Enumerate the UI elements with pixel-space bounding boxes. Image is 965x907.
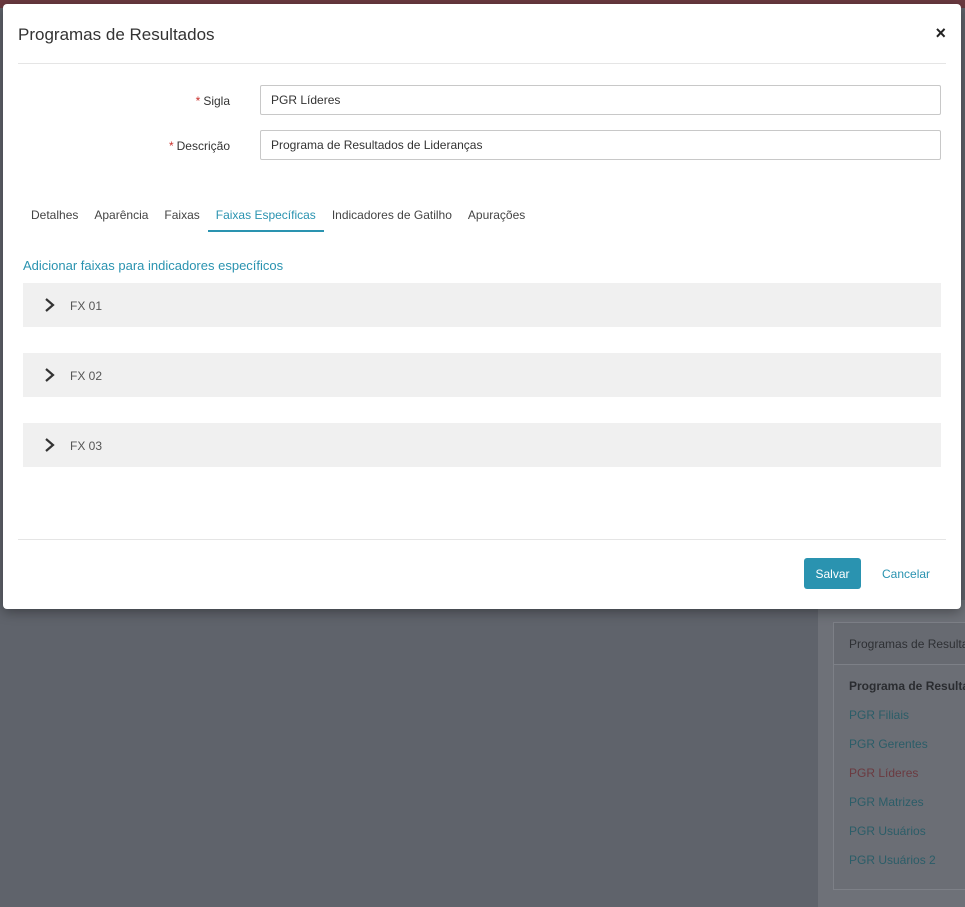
background-list-item[interactable]: PGR Usuários — [849, 824, 965, 853]
save-button[interactable]: Salvar — [804, 558, 861, 589]
close-button[interactable]: × — [935, 24, 946, 42]
accordion-item-fx-01[interactable]: FX 01 — [23, 283, 941, 327]
footer-divider — [18, 539, 946, 540]
accordion-label: FX 01 — [70, 299, 103, 313]
tab-detalhes[interactable]: Detalhes — [23, 204, 86, 232]
background-list-item[interactable]: PGR Usuários 2 — [849, 853, 965, 882]
programas-modal: Programas de Resultados × *Sigla *Descri… — [3, 4, 961, 609]
descricao-row: * Descrição — [3, 130, 961, 160]
background-list-item-active[interactable]: PGR Líderes — [849, 766, 965, 795]
tab-bar: Detalhes Aparência Faixas Faixas Específ… — [23, 204, 533, 232]
sigla-row: * Sigla — [3, 85, 961, 115]
chevron-right-icon — [45, 438, 55, 452]
background-card-header: Programas de Resultados — [834, 623, 965, 665]
accordion-item-fx-03[interactable]: FX 03 — [23, 423, 941, 467]
accordion-item-fx-02[interactable]: FX 02 — [23, 353, 941, 397]
background-list-item[interactable]: PGR Gerentes — [849, 737, 965, 766]
modal-title: Programas de Resultados — [18, 25, 215, 44]
tab-apuracoes[interactable]: Apurações — [460, 204, 533, 232]
descricao-label: * Descrição — [168, 139, 230, 153]
sigla-label: * Sigla — [195, 94, 230, 108]
required-mark: * — [195, 94, 201, 108]
cancel-button[interactable]: Cancelar — [874, 558, 938, 589]
add-faixas-link[interactable]: Adicionar faixas para indicadores especí… — [23, 258, 283, 273]
modal-header: Programas de Resultados × — [18, 4, 946, 64]
chevron-right-icon — [45, 368, 55, 382]
tab-faixas[interactable]: Faixas — [156, 204, 207, 232]
accordion-label: FX 03 — [70, 439, 103, 453]
required-mark: * — [168, 139, 174, 153]
tab-indicadores-de-gatilho[interactable]: Indicadores de Gatilho — [324, 204, 460, 232]
chevron-right-icon — [45, 298, 55, 312]
background-list-header: Programa de Resultados — [849, 679, 965, 693]
descricao-input[interactable] — [260, 130, 941, 160]
tab-faixas-especificas[interactable]: Faixas Específicas — [207, 204, 324, 232]
background-list-item[interactable]: PGR Matrizes — [849, 795, 965, 824]
background-list-item[interactable]: PGR Filiais — [849, 708, 965, 737]
background-card: Programas de Resultados Programa de Resu… — [833, 622, 965, 890]
background-list: Programa de Resultados PGR Filiais PGR G… — [834, 665, 965, 882]
tab-aparencia[interactable]: Aparência — [86, 204, 156, 232]
sigla-input[interactable] — [260, 85, 941, 115]
accordion-label: FX 02 — [70, 369, 103, 383]
